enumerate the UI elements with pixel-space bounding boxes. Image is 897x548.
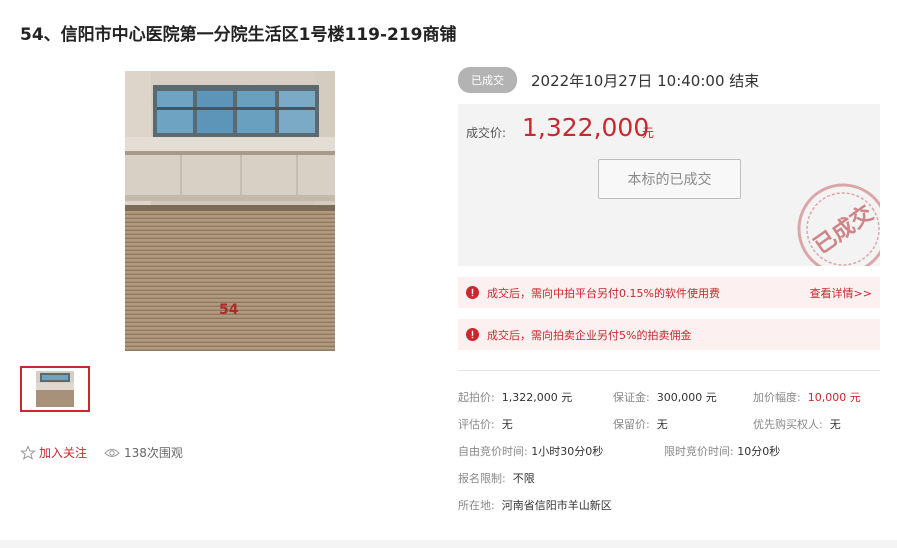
notice-text: 成交后，需向拍卖企业另付5%的拍卖佣金 xyxy=(487,328,692,342)
increment-key: 加价幅度: xyxy=(753,391,801,404)
appraisal-key: 评估价: xyxy=(458,418,495,431)
limited-bid-key: 限时竞价时间: xyxy=(664,445,734,458)
appraisal-value: 无 xyxy=(501,418,513,431)
restriction-key: 报名限制: xyxy=(458,472,506,485)
limited-bid-info: 限时竞价时间: 10分0秒 xyxy=(664,443,780,459)
bottom-divider xyxy=(0,540,897,548)
view-count-label: 138次围观 xyxy=(124,446,183,460)
view-count: 138次围观 xyxy=(104,444,183,461)
software-fee-notice: 成交后，需向中拍平台另付0.15%的软件使用费 查看详情>> xyxy=(458,277,880,308)
priority-key: 优先购买权人: xyxy=(753,418,823,431)
photo-thumbnail[interactable] xyxy=(20,366,90,412)
star-icon xyxy=(20,444,36,460)
follow-button[interactable]: 加入关注 xyxy=(20,444,87,461)
free-bid-key: 自由竞价时间: xyxy=(458,445,528,458)
location-value: 河南省信阳市羊山新区 xyxy=(501,499,612,512)
shutter-number: 54 xyxy=(219,302,239,318)
appraisal-info: 评估价: 无 xyxy=(458,416,513,432)
sold-stamp-icon: 已成交 xyxy=(797,183,880,266)
start-price-info: 起拍价: 1,322,000 元 xyxy=(458,389,572,405)
priority-info: 优先购买权人: 无 xyxy=(753,416,841,432)
price-unit: 元 xyxy=(642,126,655,140)
thumbnail-image xyxy=(36,371,74,407)
main-photo: 54 xyxy=(125,71,335,351)
end-time: 2022年10月27日 10:40:00 结束 xyxy=(531,71,760,90)
commission-notice: 成交后，需向拍卖企业另付5%的拍卖佣金 xyxy=(458,319,880,350)
price-label: 成交价: xyxy=(466,126,507,140)
start-price-value: 1,322,000 元 xyxy=(501,391,573,404)
warning-icon xyxy=(466,286,479,299)
restriction-value: 不限 xyxy=(512,472,535,485)
deposit-info: 保证金: 300,000 元 xyxy=(613,389,717,405)
increment-value: 10,000 元 xyxy=(807,391,861,404)
location-info: 所在地: 河南省信阳市羊山新区 xyxy=(458,497,612,513)
status-row: 已成交 2022年10月27日 10:40:00 结束 xyxy=(458,67,759,93)
increment-info: 加价幅度: 10,000 元 xyxy=(753,389,861,405)
status-badge: 已成交 xyxy=(458,67,517,93)
notice-text: 成交后，需向中拍平台另付0.15%的软件使用费 xyxy=(487,286,720,300)
reserve-info: 保留价: 无 xyxy=(613,416,668,432)
stamp-text: 已成交 xyxy=(809,200,878,259)
deposit-value: 300,000 元 xyxy=(656,391,717,404)
location-key: 所在地: xyxy=(458,499,495,512)
start-price-key: 起拍价: xyxy=(458,391,495,404)
view-details-link[interactable]: 查看详情>> xyxy=(810,285,872,301)
restriction-info: 报名限制: 不限 xyxy=(458,470,535,486)
sold-status-button[interactable]: 本标的已成交 xyxy=(598,159,741,199)
follow-label: 加入关注 xyxy=(39,446,88,460)
free-bid-value: 1小时30分0秒 xyxy=(531,445,604,458)
divider xyxy=(458,370,880,371)
free-bid-info: 自由竞价时间: 1小时30分0秒 xyxy=(458,443,603,459)
price-panel: 成交价: 1,322,000 元 本标的已成交 已成交 xyxy=(458,104,880,266)
limited-bid-value: 10分0秒 xyxy=(737,445,781,458)
priority-value: 无 xyxy=(829,418,841,431)
price-value: 1,322,000 xyxy=(522,113,650,142)
reserve-value: 无 xyxy=(656,418,668,431)
reserve-key: 保留价: xyxy=(613,418,650,431)
warning-icon xyxy=(466,328,479,341)
eye-icon xyxy=(104,448,120,457)
building-photo-image: 54 xyxy=(125,71,335,351)
deposit-key: 保证金: xyxy=(613,391,650,404)
page-title: 54、信阳市中心医院第一分院生活区1号楼119-219商铺 xyxy=(20,25,457,45)
